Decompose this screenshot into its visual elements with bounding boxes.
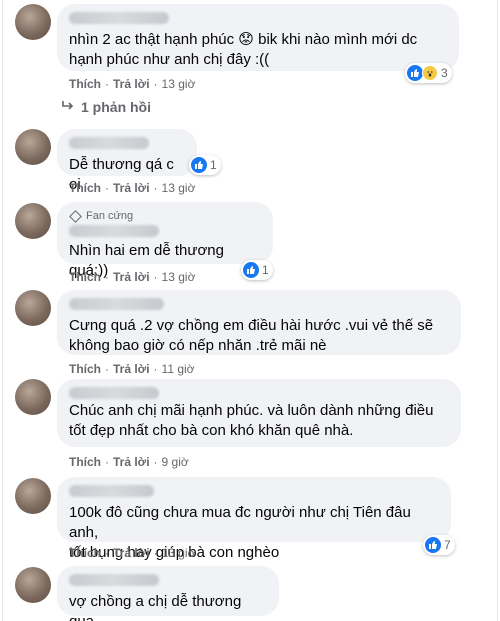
avatar[interactable] (15, 203, 51, 239)
comment-time[interactable]: 11 giờ (162, 362, 195, 376)
comment-text: vợ chồng a chị dễ thương qua (69, 593, 242, 621)
like-icon (191, 157, 207, 173)
like-action[interactable]: Thích (69, 362, 101, 376)
comment-actions: Thích · Trả lời · 11 giờ (69, 362, 195, 376)
separator: · (105, 455, 109, 469)
separator: · (105, 77, 109, 91)
reply-action[interactable]: Trả lời (113, 270, 150, 284)
comment-text: Cưng quá .2 vợ chồng em điều hài hước .v… (69, 317, 434, 354)
commenter-name-blurred[interactable] (69, 485, 154, 497)
commenter-name-blurred[interactable] (69, 574, 159, 586)
reply-arrow-icon (61, 99, 75, 115)
separator: · (105, 181, 109, 195)
reply-action[interactable]: Trả lời (113, 77, 150, 91)
diamond-icon (69, 209, 82, 223)
like-action[interactable]: Thích (69, 181, 101, 195)
comment-time[interactable]: 9 giờ (162, 455, 189, 469)
fan-badge-label: Fan cứng (86, 210, 134, 222)
reply-action[interactable]: Trả lời (113, 181, 150, 195)
replies-count: 1 phản hồi (81, 99, 151, 115)
separator: · (153, 546, 158, 560)
like-icon (425, 537, 441, 553)
like-icon (407, 65, 423, 81)
comment-actions: Thích · Trả lời · 13 giờ (69, 546, 195, 560)
comment-time[interactable]: 13 giờ (162, 181, 196, 195)
commenter-name-blurred[interactable] (69, 137, 149, 149)
separator: · (153, 362, 158, 376)
commenter-name-blurred[interactable] (69, 12, 169, 24)
wow-icon (422, 65, 438, 81)
comment-bubble: Fan cứng Nhìn hai em dễ thương quá:)) (57, 202, 273, 279)
comment-bubble: Dễ thương qá c oi (57, 129, 197, 193)
reaction-count[interactable]: 3 (405, 63, 452, 83)
reaction-count[interactable]: 1 (241, 260, 273, 280)
reaction-count[interactable]: 7 (423, 535, 455, 555)
reply-action[interactable]: Trả lời (113, 546, 150, 560)
fan-badge: Fan cứng (69, 209, 261, 223)
reaction-number: 3 (441, 66, 448, 80)
commenter-name-blurred[interactable] (69, 298, 164, 310)
like-action[interactable]: Thích (69, 77, 101, 91)
comment-text: nhìn 2 ac thật hạnh phúc 😟 bik khi nào m… (69, 31, 418, 68)
view-replies-link[interactable]: 1 phản hồi (61, 99, 151, 115)
separator: · (105, 546, 109, 560)
separator: · (105, 362, 109, 376)
avatar[interactable] (15, 478, 51, 514)
reaction-number: 1 (262, 263, 269, 277)
comment-time[interactable]: 13 giờ (162, 77, 196, 91)
comment-bubble: vợ chồng a chị dễ thương qua (57, 566, 279, 621)
separator: · (153, 77, 158, 91)
comment-actions: Thích · Trả lời · 13 giờ (69, 181, 195, 195)
comment-actions: Thích · Trả lời · 13 giờ (69, 77, 195, 91)
comment-actions: Thích · Trả lời · 13 giờ (69, 270, 195, 284)
separator: · (105, 270, 109, 284)
comment-text: Chúc anh chị mãi hạnh phúc. và luôn dành… (69, 402, 434, 439)
comment-bubble: 100k đô cũng chưa mua đc người như chị T… (57, 477, 451, 561)
comment-bubble: Cưng quá .2 vợ chồng em điều hài hước .v… (57, 290, 461, 355)
comment-time[interactable]: 13 giờ (162, 546, 196, 560)
separator: · (153, 181, 158, 195)
avatar[interactable] (15, 379, 51, 415)
avatar[interactable] (15, 290, 51, 326)
commenter-name-blurred[interactable] (69, 387, 159, 399)
comments-panel: nhìn 2 ac thật hạnh phúc 😟 bik khi nào m… (2, 0, 498, 621)
like-icon (243, 262, 259, 278)
reaction-number: 1 (210, 158, 217, 172)
comment-bubble: Chúc anh chị mãi hạnh phúc. và luôn dành… (57, 379, 461, 447)
comment-bubble: nhìn 2 ac thật hạnh phúc 😟 bik khi nào m… (57, 4, 459, 71)
separator: · (153, 270, 158, 284)
like-action[interactable]: Thích (69, 455, 101, 469)
like-action[interactable]: Thích (69, 546, 101, 560)
commenter-name-blurred[interactable] (69, 225, 159, 237)
comment-actions: Thích · Trả lời · 9 giờ (69, 455, 189, 469)
avatar[interactable] (15, 4, 51, 40)
avatar[interactable] (15, 129, 51, 165)
reaction-number: 7 (444, 538, 451, 552)
reaction-count[interactable]: 1 (189, 155, 221, 175)
avatar[interactable] (15, 567, 51, 603)
reply-action[interactable]: Trả lời (113, 362, 150, 376)
reply-action[interactable]: Trả lời (113, 455, 150, 469)
separator: · (153, 455, 158, 469)
comment-time[interactable]: 13 giờ (162, 270, 196, 284)
like-action[interactable]: Thích (69, 270, 101, 284)
